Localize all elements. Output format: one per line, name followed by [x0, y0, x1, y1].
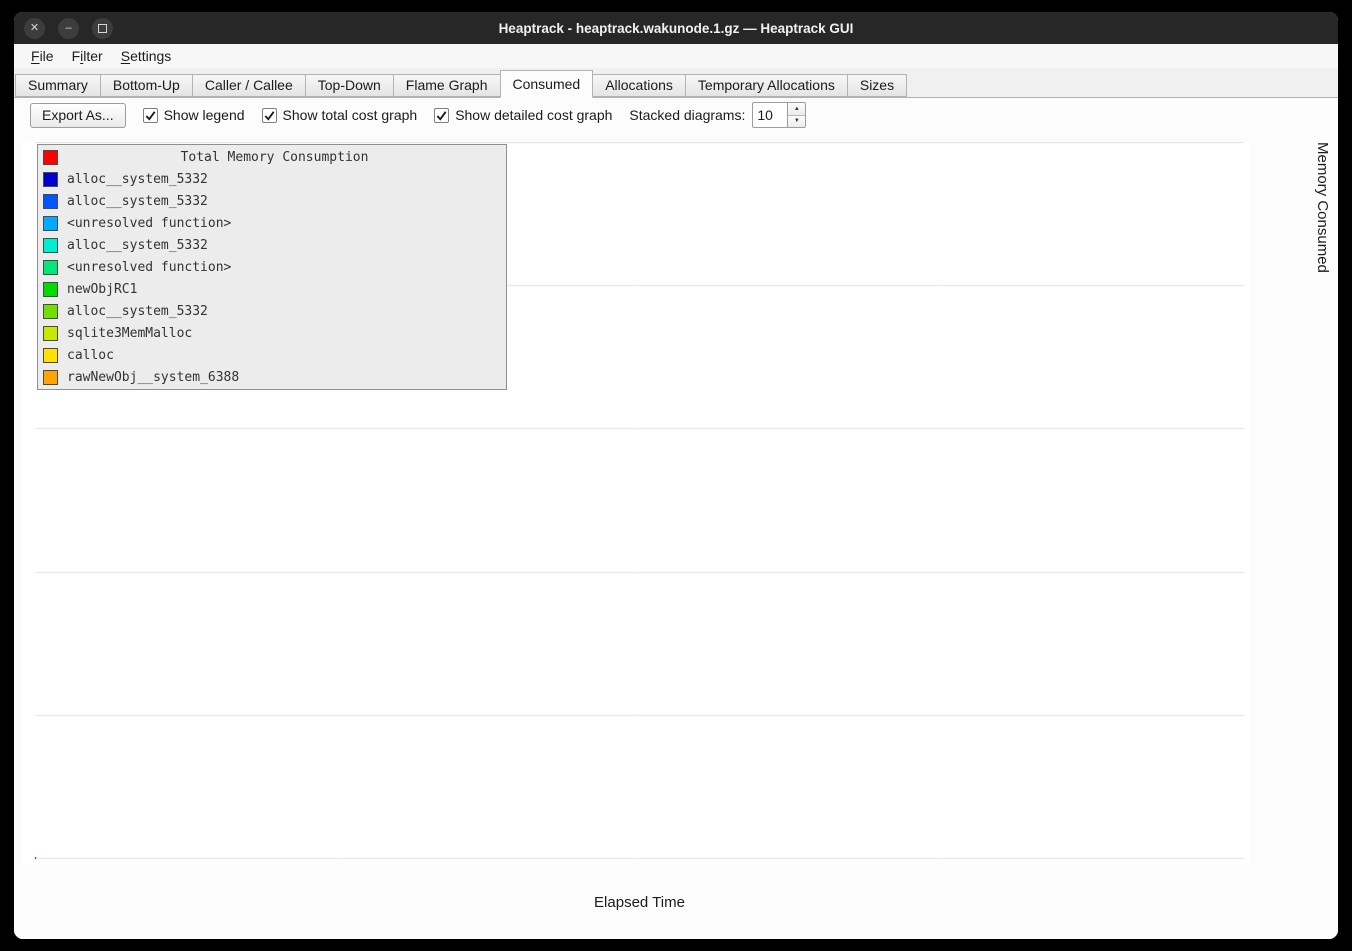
stacked-diagrams-spinner[interactable]: 10 ▲ ▼	[752, 102, 806, 128]
check-icon	[144, 109, 157, 122]
legend-item: <unresolved function>	[38, 256, 506, 278]
chevron-up-icon: ▲	[794, 106, 800, 112]
spinner-down-button[interactable]: ▼	[788, 116, 805, 128]
window-title: Heaptrack - heaptrack.wakunode.1.gz — He…	[14, 21, 1338, 36]
chart-region: Total Memory Consumption alloc__system_53…	[14, 132, 1338, 939]
tab-sizes[interactable]: Sizes	[847, 74, 907, 97]
legend-item: <unresolved function>	[38, 212, 506, 234]
legend-label: rawNewObj__system_6388	[67, 370, 239, 385]
tab-flame-graph[interactable]: Flame Graph	[393, 74, 501, 97]
legend-item: calloc	[38, 344, 506, 366]
tab-consumed[interactable]: Consumed	[500, 70, 594, 98]
x-axis-title: Elapsed Time	[35, 894, 1244, 911]
legend-color-swatch	[43, 172, 58, 187]
legend-color-swatch	[43, 370, 58, 385]
legend-item: sqlite3MemMalloc	[38, 322, 506, 344]
tab-top-down[interactable]: Top-Down	[305, 74, 394, 97]
spinner-buttons: ▲ ▼	[787, 103, 805, 127]
legend-item: Total Memory Consumption	[38, 146, 506, 168]
close-button[interactable]: ✕	[24, 18, 45, 39]
legend-color-swatch	[43, 150, 58, 165]
legend-color-swatch	[43, 216, 58, 231]
legend-item: rawNewObj__system_6388	[38, 366, 506, 388]
legend-item: alloc__system_5332	[38, 190, 506, 212]
y-axis-title: Memory Consumed	[1314, 142, 1331, 864]
menu-filter[interactable]: Filter	[63, 46, 112, 66]
checkbox-show-total-cost-graph[interactable]: Show total cost graph	[262, 107, 418, 123]
legend-label: alloc__system_5332	[67, 194, 208, 209]
legend-label: Total Memory Consumption	[67, 150, 482, 165]
app-window: ✕ – Heaptrack - heaptrack.wakunode.1.gz …	[14, 12, 1338, 939]
legend-label: newObjRC1	[67, 282, 137, 297]
legend-color-swatch	[43, 304, 58, 319]
legend-item: alloc__system_5332	[38, 300, 506, 322]
minimize-button[interactable]: –	[58, 18, 79, 39]
legend-label: sqlite3MemMalloc	[67, 326, 192, 341]
maximize-icon	[98, 24, 107, 33]
legend-label: <unresolved function>	[67, 216, 231, 231]
tab-bar: SummaryBottom-UpCaller / CalleeTop-DownF…	[14, 68, 1338, 98]
minimize-icon: –	[65, 23, 71, 34]
legend-label: alloc__system_5332	[67, 172, 208, 187]
checkbox-box	[262, 108, 277, 123]
legend-label: alloc__system_5332	[67, 238, 208, 253]
checkbox-box	[143, 108, 158, 123]
tab-caller-callee[interactable]: Caller / Callee	[192, 74, 306, 97]
legend-label: alloc__system_5332	[67, 304, 208, 319]
legend-color-swatch	[43, 348, 58, 363]
check-icon	[263, 109, 276, 122]
tab-temporary-allocations[interactable]: Temporary Allocations	[685, 74, 848, 97]
tab-allocations[interactable]: Allocations	[592, 74, 686, 97]
legend-color-swatch	[43, 282, 58, 297]
spinner-up-button[interactable]: ▲	[788, 103, 805, 116]
export-as-button[interactable]: Export As...	[30, 103, 126, 128]
legend-label: <unresolved function>	[67, 260, 231, 275]
checkbox-show-detailed-cost-graph[interactable]: Show detailed cost graph	[434, 107, 612, 123]
checkbox-label: Show detailed cost graph	[455, 107, 612, 123]
desktop-background: { "window": { "title": "Heaptrack - heap…	[0, 0, 1352, 951]
legend-color-swatch	[43, 238, 58, 253]
spinner-value[interactable]: 10	[753, 103, 787, 127]
legend-item: alloc__system_5332	[38, 168, 506, 190]
legend-label: calloc	[67, 348, 114, 363]
legend-color-swatch	[43, 260, 58, 275]
check-icon	[435, 109, 448, 122]
toolbar: Export As... Show legend Show total cost …	[14, 98, 1338, 132]
tab-bottom-up[interactable]: Bottom-Up	[100, 74, 193, 97]
maximize-button[interactable]	[92, 18, 113, 39]
legend-item: newObjRC1	[38, 278, 506, 300]
checkbox-show-legend[interactable]: Show legend	[143, 107, 245, 123]
chevron-down-icon: ▼	[794, 118, 800, 124]
stacked-diagrams-label: Stacked diagrams:	[629, 107, 745, 123]
close-icon: ✕	[30, 23, 39, 34]
menu-bar: FileFilterSettings	[14, 44, 1338, 68]
tab-summary[interactable]: Summary	[15, 74, 101, 97]
window-controls: ✕ –	[24, 18, 113, 39]
menu-settings[interactable]: Settings	[112, 46, 181, 66]
checkbox-label: Show legend	[164, 107, 245, 123]
title-bar: ✕ – Heaptrack - heaptrack.wakunode.1.gz …	[14, 12, 1338, 44]
menu-file[interactable]: File	[22, 46, 63, 66]
checkbox-label: Show total cost graph	[283, 107, 418, 123]
legend-color-swatch	[43, 194, 58, 209]
legend-item: alloc__system_5332	[38, 234, 506, 256]
checkbox-group: Show legend Show total cost graph Show det…	[143, 107, 613, 123]
stacked-diagrams-group: Stacked diagrams: 10 ▲ ▼	[629, 102, 806, 128]
chart-legend: Total Memory Consumption alloc__system_53…	[37, 144, 507, 390]
checkbox-box	[434, 108, 449, 123]
legend-color-swatch	[43, 326, 58, 341]
